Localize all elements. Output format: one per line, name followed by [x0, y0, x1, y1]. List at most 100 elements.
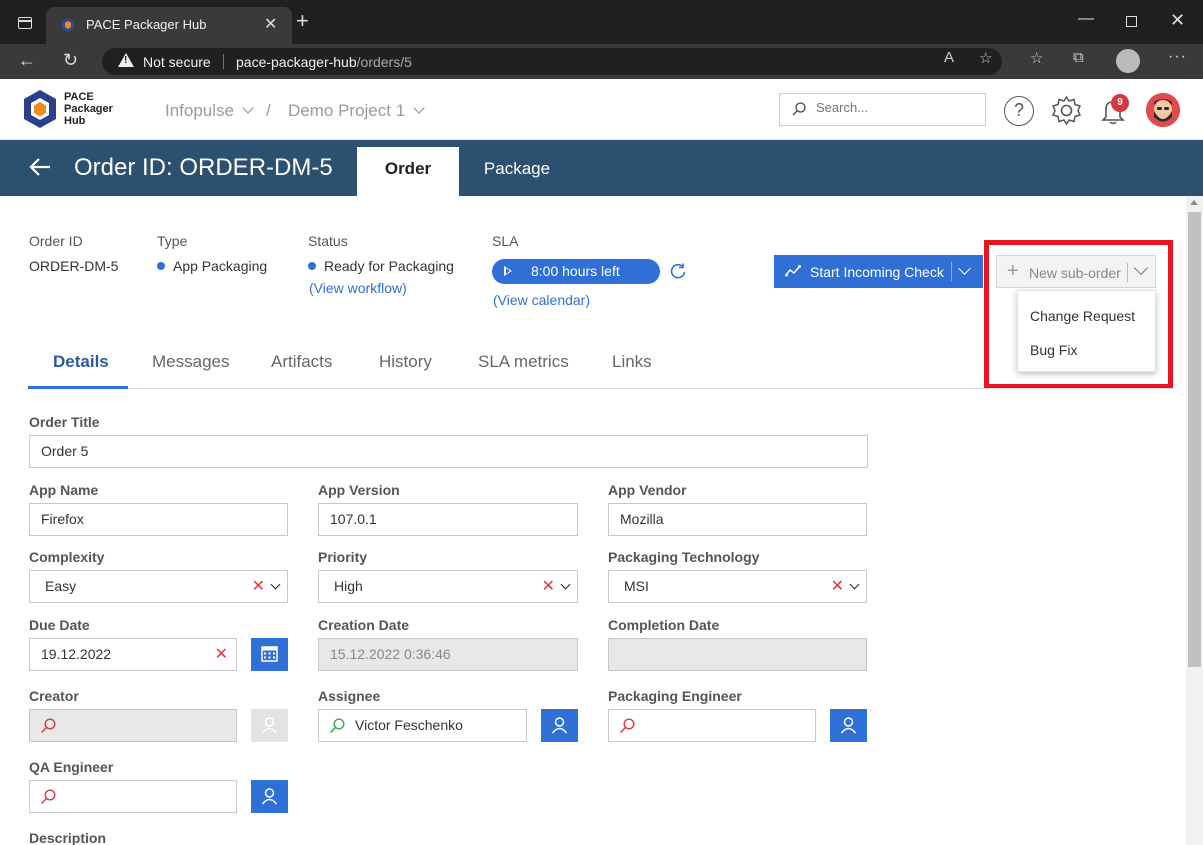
packaging-engineer-user-button[interactable]: [830, 709, 867, 742]
tab-sla-metrics[interactable]: SLA metrics: [478, 352, 569, 372]
packaging-engineer-input[interactable]: [608, 709, 816, 742]
breadcrumb-separator: /: [266, 101, 271, 120]
priority-select[interactable]: High ✕: [318, 570, 578, 603]
priority-value: High: [334, 578, 363, 594]
assignee-user-button[interactable]: [541, 709, 578, 742]
order-id-value: ORDER-DM-5: [29, 258, 119, 274]
url-divider: [223, 54, 224, 69]
clear-icon[interactable]: ✕: [542, 571, 555, 602]
qa-engineer-input[interactable]: [29, 780, 237, 813]
browser-address-bar: ← ↻ Not secure pace-packager-hub/orders/…: [0, 44, 1203, 79]
back-icon[interactable]: ←: [18, 50, 36, 71]
creator-user-button: [251, 709, 288, 742]
browser-tab[interactable]: PACE Packager Hub ✕: [46, 7, 292, 44]
creator-input: [29, 709, 237, 742]
page-scrollbar[interactable]: [1186, 196, 1203, 845]
back-arrow-icon[interactable]: [28, 155, 52, 179]
tabs-divider: [28, 388, 1175, 389]
minimize-icon[interactable]: —: [1078, 10, 1094, 28]
warning-icon: [118, 53, 134, 67]
complexity-label: Complexity: [29, 549, 105, 565]
search-icon: [792, 102, 806, 116]
user-icon: [840, 717, 857, 734]
packaging-technology-select[interactable]: MSI ✕: [608, 570, 867, 603]
due-date-input[interactable]: 19.12.2022 ✕: [29, 638, 237, 671]
type-value: App Packaging: [157, 258, 267, 274]
assignee-input[interactable]: Victor Feschenko: [318, 709, 527, 742]
app-version-input[interactable]: 107.0.1: [318, 503, 578, 536]
clear-icon[interactable]: ✕: [215, 639, 228, 670]
assignee-value: Victor Feschenko: [355, 717, 463, 733]
view-workflow-link[interactable]: (View workflow): [309, 280, 407, 296]
sla-timer[interactable]: 8:00 hours left: [492, 259, 660, 284]
breadcrumb-project[interactable]: Demo Project 1: [288, 101, 425, 121]
tab-close-icon[interactable]: ✕: [264, 14, 277, 34]
user-icon: [261, 788, 278, 805]
due-date-label: Due Date: [29, 617, 90, 633]
app-name-input[interactable]: Firefox: [29, 503, 288, 536]
chevron-down-icon[interactable]: [270, 579, 281, 590]
url-text[interactable]: pace-packager-hub/orders/5: [236, 54, 412, 70]
app-vendor-input[interactable]: Mozilla: [608, 503, 867, 536]
search-icon: [41, 718, 56, 733]
chevron-down-icon[interactable]: [958, 262, 971, 275]
chevron-down-icon[interactable]: [849, 579, 860, 590]
gear-icon[interactable]: [1051, 95, 1082, 126]
qa-engineer-user-button[interactable]: [251, 780, 288, 813]
scroll-up-icon[interactable]: [1190, 200, 1198, 205]
avatar-face-icon: [1146, 93, 1180, 127]
window-menu-icon[interactable]: [18, 17, 32, 29]
creation-date-input: 15.12.2022 0:36:46: [318, 638, 578, 671]
order-title-input[interactable]: Order 5: [29, 435, 868, 468]
favorite-add-icon[interactable]: ☆: [979, 49, 992, 67]
search-icon: [330, 718, 345, 733]
start-incoming-check-button[interactable]: Start Incoming Check: [774, 255, 983, 288]
search-icon: [41, 789, 56, 804]
view-calendar-link[interactable]: (View calendar): [493, 292, 590, 308]
user-avatar[interactable]: [1146, 93, 1180, 127]
reload-icon[interactable]: ↻: [63, 50, 78, 71]
sla-label: SLA: [492, 233, 519, 249]
tab-package[interactable]: Package: [466, 147, 568, 196]
tab-links[interactable]: Links: [612, 352, 652, 372]
complexity-select[interactable]: Easy ✕: [29, 570, 288, 603]
search-box[interactable]: [779, 93, 986, 126]
more-icon[interactable]: ···: [1168, 48, 1187, 66]
status-value: Ready for Packaging: [308, 258, 454, 274]
scroll-thumb[interactable]: [1188, 212, 1201, 667]
search-icon: [620, 718, 635, 733]
priority-label: Priority: [318, 549, 368, 565]
clear-icon[interactable]: ✕: [831, 571, 844, 602]
chevron-down-icon: [413, 102, 425, 114]
tab-order[interactable]: Order: [357, 147, 459, 196]
app-version-label: App Version: [318, 482, 400, 498]
tab-artifacts[interactable]: Artifacts: [271, 352, 332, 372]
browser-tab-bar: PACE Packager Hub ✕ + — ✕: [0, 0, 1203, 44]
app-name-label: App Name: [29, 482, 99, 498]
security-label[interactable]: Not secure: [143, 54, 211, 70]
user-icon: [261, 717, 278, 734]
favorites-icon[interactable]: ☆: [1030, 49, 1043, 67]
tab-messages[interactable]: Messages: [152, 352, 229, 372]
chevron-down-icon: [242, 102, 254, 114]
app-favicon-icon: [62, 18, 74, 32]
collections-icon[interactable]: ⧉: [1073, 49, 1084, 66]
sla-value: 8:00 hours left: [531, 263, 620, 279]
calendar-button[interactable]: [251, 638, 288, 671]
tab-history[interactable]: History: [379, 352, 432, 372]
read-aloud-icon[interactable]: A: [944, 49, 954, 66]
help-icon[interactable]: ?: [1004, 96, 1034, 126]
tab-details[interactable]: Details: [53, 352, 109, 372]
chevron-down-icon[interactable]: [560, 579, 571, 590]
url-field[interactable]: Not secure pace-packager-hub/orders/5: [102, 48, 1002, 75]
close-window-icon[interactable]: ✕: [1170, 10, 1185, 31]
maximize-icon[interactable]: [1126, 16, 1137, 27]
search-input[interactable]: [816, 100, 976, 115]
new-tab-icon[interactable]: +: [296, 10, 309, 32]
refresh-icon[interactable]: [669, 262, 687, 280]
breadcrumb-org[interactable]: Infopulse: [165, 101, 254, 121]
status-label: Status: [308, 233, 348, 249]
clear-icon[interactable]: ✕: [252, 571, 265, 602]
complexity-value: Easy: [45, 578, 77, 594]
profile-icon[interactable]: [1116, 49, 1140, 73]
